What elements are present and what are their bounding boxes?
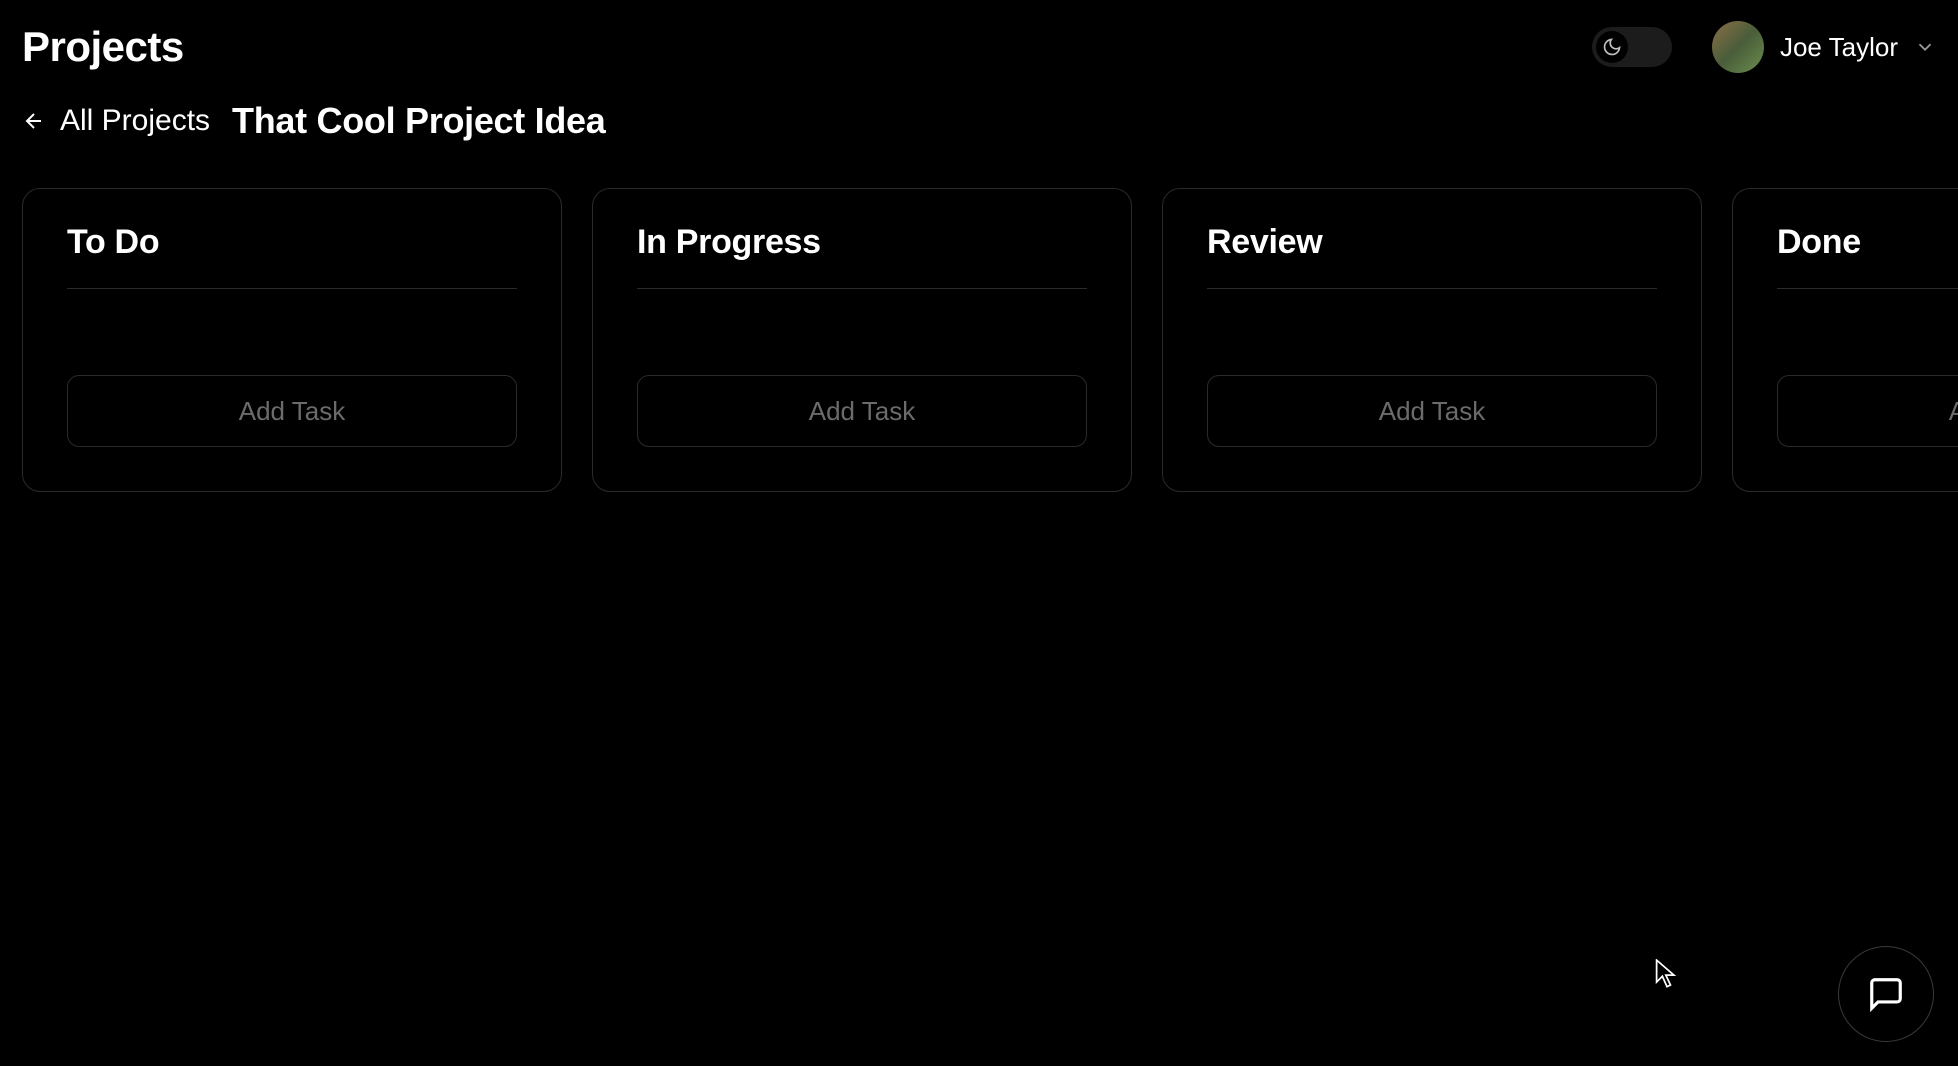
column-header: To Do xyxy=(67,223,517,289)
chevron-down-icon xyxy=(1914,36,1936,58)
column-header: Done xyxy=(1777,223,1958,289)
column-body: Add Task xyxy=(67,289,517,447)
cursor-icon xyxy=(1655,959,1679,989)
user-menu[interactable]: Joe Taylor xyxy=(1712,21,1936,73)
column-body: Add Task xyxy=(637,289,1087,447)
add-task-button[interactable]: Add Task xyxy=(1207,375,1657,447)
add-task-button[interactable]: Add Task xyxy=(67,375,517,447)
column-header: Review xyxy=(1207,223,1657,289)
breadcrumb: All Projects That Cool Project Idea xyxy=(0,78,1958,142)
column-header: In Progress xyxy=(637,223,1087,289)
column-body: Add Task xyxy=(1207,289,1657,447)
column-done: Done Add Task xyxy=(1732,188,1958,492)
theme-toggle-knob xyxy=(1596,31,1628,63)
back-link-label: All Projects xyxy=(60,104,210,138)
chat-icon xyxy=(1867,975,1905,1013)
chat-button[interactable] xyxy=(1838,946,1934,1042)
page-title: Projects xyxy=(22,23,184,71)
add-task-button[interactable]: Add Task xyxy=(1777,375,1958,447)
column-body: Add Task xyxy=(1777,289,1958,447)
header: Projects Joe Taylor xyxy=(0,0,1958,78)
add-task-button[interactable]: Add Task xyxy=(637,375,1087,447)
back-link[interactable]: All Projects xyxy=(22,104,210,138)
column-in-progress: In Progress Add Task xyxy=(592,188,1132,492)
avatar xyxy=(1712,21,1764,73)
arrow-left-icon xyxy=(22,109,46,133)
moon-icon xyxy=(1602,37,1622,57)
column-todo: To Do Add Task xyxy=(22,188,562,492)
board: To Do Add Task In Progress Add Task Revi… xyxy=(0,142,1958,492)
theme-toggle[interactable] xyxy=(1592,27,1672,67)
column-review: Review Add Task xyxy=(1162,188,1702,492)
project-title: That Cool Project Idea xyxy=(232,100,605,142)
user-name: Joe Taylor xyxy=(1780,32,1898,63)
header-right: Joe Taylor xyxy=(1592,21,1936,73)
